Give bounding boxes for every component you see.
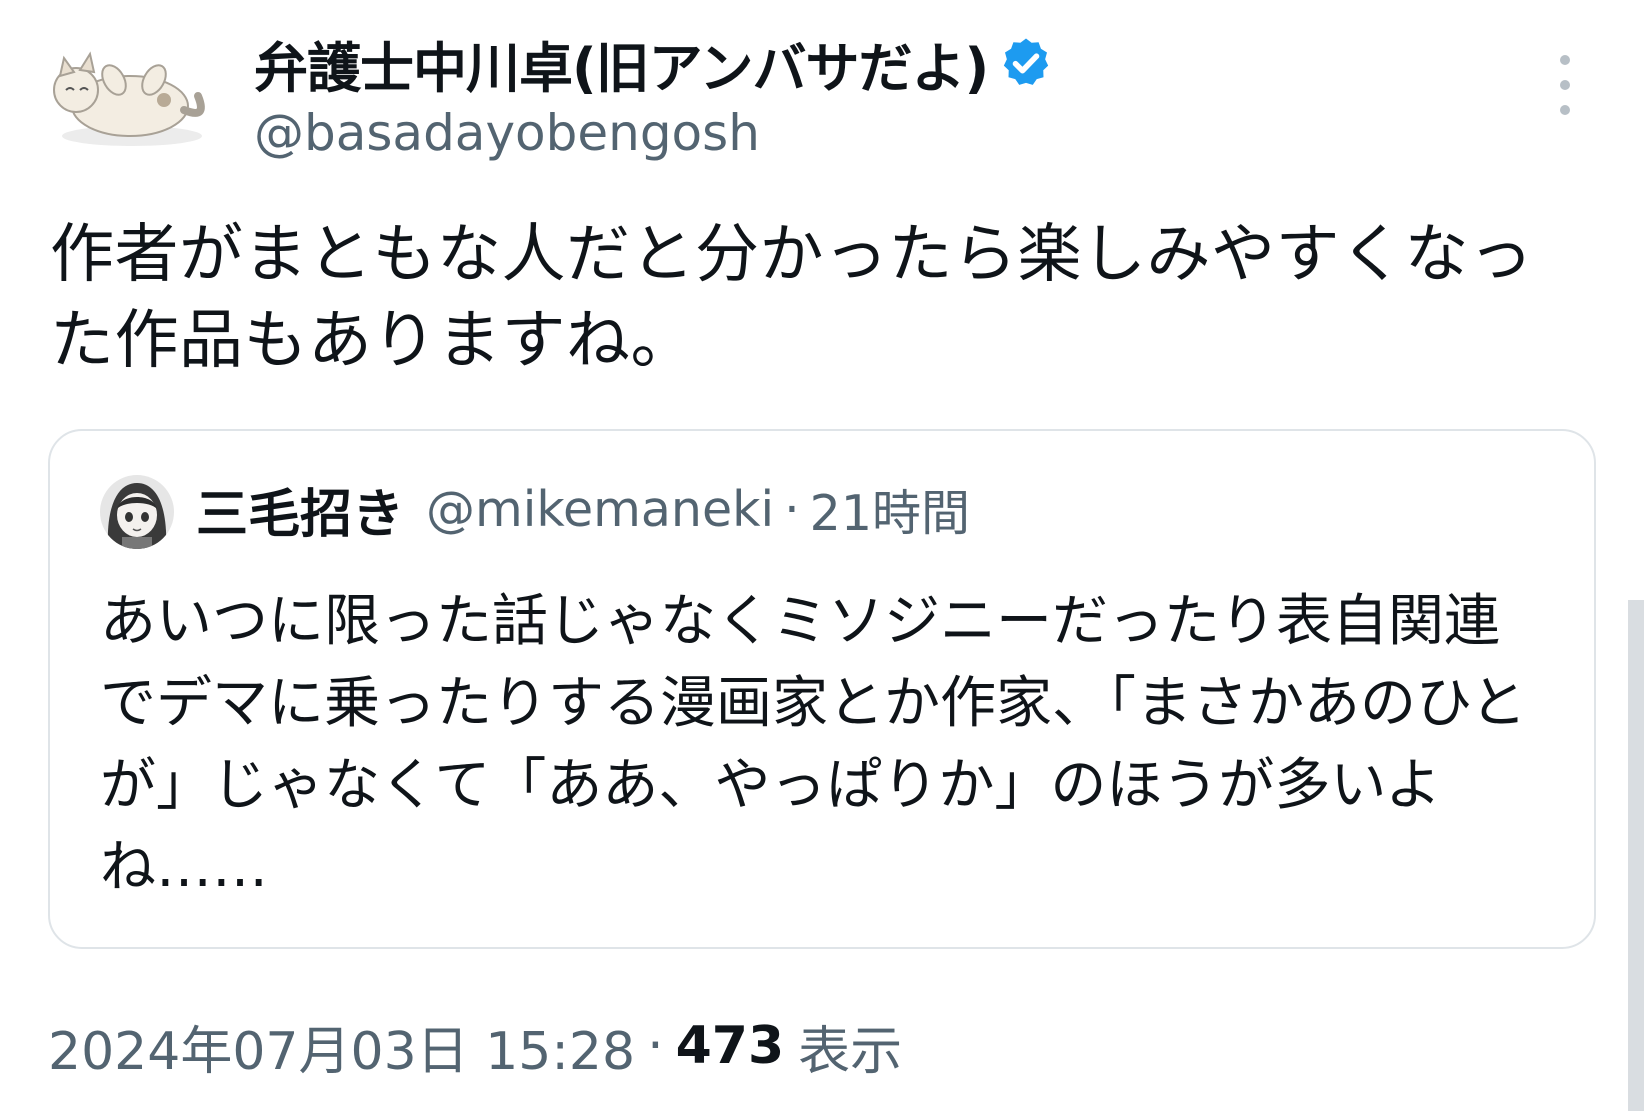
sleeping-cat-icon	[53, 51, 205, 146]
quoted-tweet-card[interactable]: 三毛招き @mikemaneki · 21時間 あいつに限った話じゃなくミソジニ…	[48, 429, 1596, 949]
quoted-time[interactable]: 21時間	[810, 474, 970, 545]
more-dot	[1560, 105, 1570, 115]
more-options-icon[interactable]	[1550, 55, 1580, 115]
author-handle[interactable]: @basadayobengosh	[254, 104, 760, 162]
anime-girl-avatar-icon	[100, 475, 174, 549]
quoted-author-name[interactable]: 三毛招き	[196, 472, 404, 547]
tweet-timestamp[interactable]: 2024年07月03日 15:28	[48, 1009, 635, 1084]
view-count: 473	[675, 1016, 785, 1076]
quoted-tweet-header: 三毛招き @mikemaneki · 21時間	[196, 469, 970, 549]
quoted-author-avatar[interactable]	[100, 475, 174, 549]
author-name-row[interactable]: 弁護士中川卓(旧アンバサだよ)	[254, 28, 1054, 100]
more-dot	[1560, 80, 1570, 90]
author-avatar[interactable]	[44, 40, 212, 152]
quoted-author-handle[interactable]: @mikemaneki	[426, 481, 774, 538]
view-label: 表示	[798, 1021, 903, 1082]
quoted-separator: ·	[784, 480, 800, 538]
meta-separator: ·	[647, 1016, 664, 1076]
tweet-meta: 2024年07月03日 15:28 · 473 表示	[48, 1010, 902, 1082]
more-dot	[1560, 55, 1570, 65]
tweet-text: 作者がまともな人だと分かったら楽しみやすくなった作品もありますね。	[50, 218, 1534, 378]
verified-badge-icon	[998, 35, 1054, 91]
scrollbar[interactable]	[1628, 600, 1644, 1111]
author-name[interactable]: 弁護士中川卓(旧アンバサだよ)	[254, 24, 989, 103]
quoted-tweet-text: あいつに限った話じゃなくミソジニーだったり表自関連でデマに乗ったりする漫画家とか…	[100, 589, 1527, 900]
